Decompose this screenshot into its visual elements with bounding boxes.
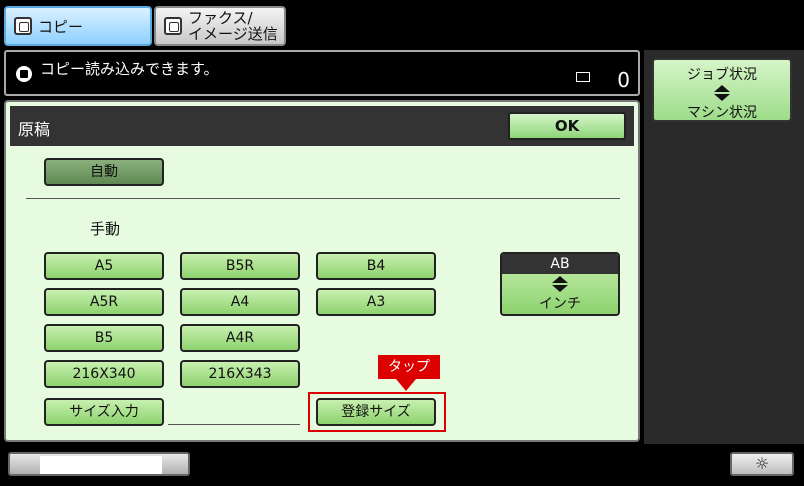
panel-title: 原稿: [18, 120, 51, 139]
unit-toggle-button[interactable]: AB インチ: [500, 252, 620, 316]
tab-copy[interactable]: コピー: [4, 6, 152, 46]
auto-button[interactable]: 自動: [44, 158, 164, 186]
size-216x340-button[interactable]: 216X340: [44, 360, 164, 388]
size-a5r-button[interactable]: A5R: [44, 288, 164, 316]
tab-fax-image-send[interactable]: ファクス/ イメージ送信: [154, 6, 286, 46]
up-down-arrow-icon: [714, 85, 730, 101]
size-input-button[interactable]: サイズ入力: [44, 398, 164, 426]
divider: [26, 198, 620, 199]
tab-copy-label: コピー: [38, 17, 84, 36]
brightness-button[interactable]: ☼: [730, 452, 794, 476]
paper-stack-icon: [576, 72, 590, 82]
tab-fax-label-line2: イメージ送信: [188, 25, 278, 43]
size-a3-button[interactable]: A3: [316, 288, 436, 316]
size-216x343-button[interactable]: 216X343: [180, 360, 300, 388]
progress-fill: [40, 456, 162, 474]
copy-status-icon: [16, 66, 32, 82]
size-b4-button[interactable]: B4: [316, 252, 436, 280]
tap-callout: タップ: [378, 355, 440, 391]
size-input-underline: [168, 424, 300, 425]
panel-header: 原稿 OK: [10, 106, 634, 146]
original-size-panel: 原稿 OK 自動 手動 A5 B5R B4 A5R A4 A3 B5 A4R 2…: [4, 100, 640, 442]
unit-ab-label: AB: [502, 254, 618, 274]
sun-icon: ☼: [754, 454, 770, 473]
unit-inch-label: インチ: [539, 296, 581, 312]
fax-icon: [164, 17, 182, 35]
size-a5-button[interactable]: A5: [44, 252, 164, 280]
size-a4r-button[interactable]: A4R: [180, 324, 300, 352]
status-bar: コピー読み込みできます。 0: [4, 50, 640, 96]
ok-button[interactable]: OK: [508, 112, 626, 140]
copy-count: 0: [617, 68, 630, 92]
tab-fax-label: ファクス/ イメージ送信: [188, 10, 278, 42]
copy-icon: [14, 17, 32, 35]
manual-label: 手動: [90, 220, 121, 238]
size-b5-button[interactable]: B5: [44, 324, 164, 352]
progress-bar: [8, 452, 190, 476]
size-b5r-button[interactable]: B5R: [180, 252, 300, 280]
machine-status-label: マシン状況: [687, 105, 757, 121]
status-message: コピー読み込みできます。: [40, 60, 219, 78]
registered-size-highlight: [308, 392, 446, 432]
job-machine-status-button[interactable]: ジョブ状況 マシン状況: [652, 58, 792, 122]
size-a4-button[interactable]: A4: [180, 288, 300, 316]
up-down-arrow-icon: [552, 276, 568, 292]
job-status-label: ジョブ状況: [687, 67, 757, 83]
